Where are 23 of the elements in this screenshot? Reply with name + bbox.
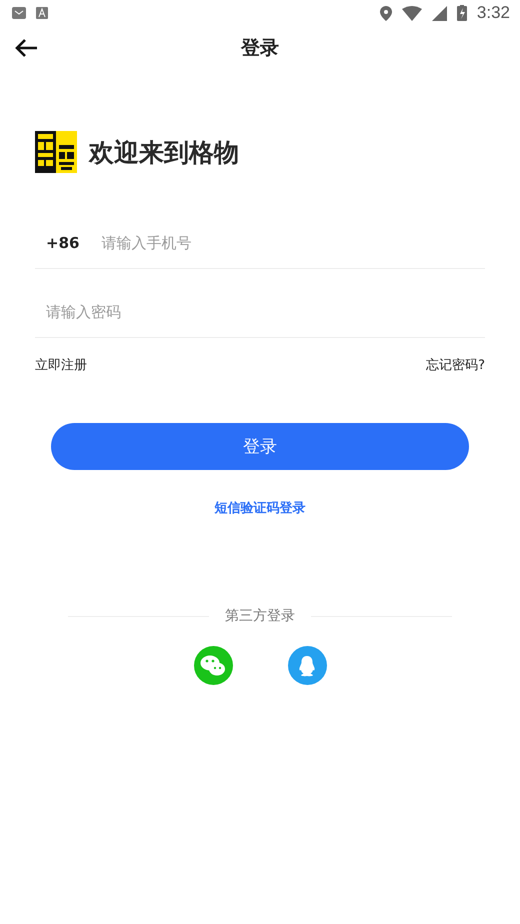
signal-icon xyxy=(432,6,447,20)
welcome-heading: 欢迎来到格物 xyxy=(89,136,239,168)
location-icon xyxy=(380,6,392,20)
notification-icon xyxy=(12,7,26,19)
battery-charging-icon xyxy=(456,5,467,21)
forgot-password-link[interactable]: 忘记密码? xyxy=(426,356,485,374)
wifi-icon xyxy=(402,6,422,20)
phone-input[interactable]: 请输入手机号 xyxy=(101,218,485,268)
login-button[interactable]: 登录 xyxy=(51,423,469,470)
penguin-login-button[interactable] xyxy=(288,646,326,685)
chat-bubbles-icon xyxy=(200,654,226,676)
back-arrow-icon xyxy=(14,38,38,58)
penguin-icon xyxy=(298,654,316,676)
third-party-label: 第三方登录 xyxy=(225,607,295,625)
chat-login-button[interactable] xyxy=(194,646,232,685)
page-title: 登录 xyxy=(241,36,279,61)
sms-login-link[interactable]: 短信验证码登录 xyxy=(214,499,306,517)
country-code: +86 xyxy=(46,234,80,252)
logo-drawing xyxy=(35,131,77,173)
register-link[interactable]: 立即注册 xyxy=(35,356,87,374)
app-notification-icon xyxy=(36,7,48,19)
password-input[interactable]: 请输入密码 xyxy=(35,287,485,337)
status-time: 3:32 xyxy=(476,3,510,23)
